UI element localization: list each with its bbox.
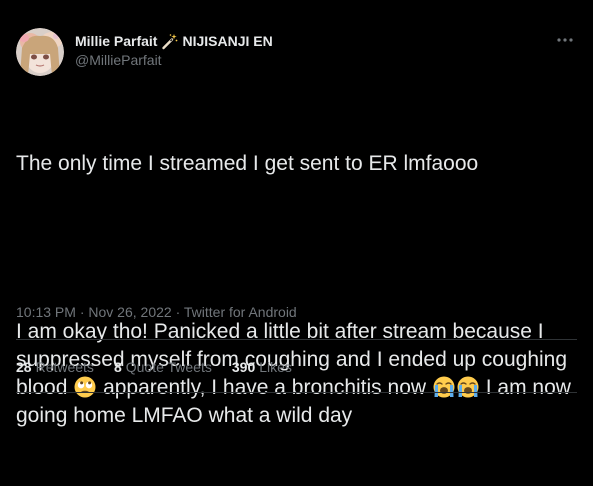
- more-dots-icon: [557, 38, 573, 42]
- loudly-crying-face-emoji: [433, 376, 455, 398]
- tweet-time[interactable]: 10:13 PM: [16, 304, 76, 320]
- tweet-line-1: The only time I streamed I get sent to E…: [16, 152, 479, 175]
- face-with-rolling-eyes-emoji: [74, 376, 96, 398]
- tweet-meta: 10:13 PM · Nov 26, 2022 · Twitter for An…: [16, 304, 297, 320]
- tweet-text-part-2: apparently, I have a bronchitis now: [97, 376, 427, 399]
- meta-separator: ·: [171, 304, 184, 320]
- quote-tweets-label: Quote Tweets: [125, 359, 212, 375]
- divider: [16, 392, 577, 393]
- author-names: Millie Parfait NIJISANJI EN @MillieParfa…: [75, 31, 273, 68]
- divider: [16, 339, 577, 340]
- likes-stat[interactable]: 390 Likes: [232, 359, 292, 375]
- tweet-text: The only time I streamed I get sent to E…: [16, 94, 576, 486]
- loudly-crying-face-emoji: [457, 376, 479, 398]
- display-name-suffix[interactable]: NIJISANJI EN: [182, 33, 272, 49]
- tweet-date[interactable]: Nov 26, 2022: [88, 304, 171, 320]
- tweet-header: Millie Parfait NIJISANJI EN @MillieParfa…: [16, 28, 577, 76]
- retweets-stat[interactable]: 28 Retweets: [16, 359, 94, 375]
- tweet-source[interactable]: Twitter for Android: [184, 304, 297, 320]
- retweets-count: 28: [16, 359, 32, 375]
- tweet-stats: 28 Retweets 8 Quote Tweets 390 Likes: [16, 359, 292, 375]
- display-name[interactable]: Millie Parfait: [75, 33, 157, 49]
- user-handle[interactable]: @MillieParfait: [75, 52, 273, 68]
- avatar-image: [16, 28, 64, 76]
- display-name-row: Millie Parfait NIJISANJI EN: [75, 31, 273, 51]
- retweets-label: Retweets: [35, 359, 94, 375]
- magic-wand-icon: [161, 33, 178, 50]
- meta-separator: ·: [75, 304, 89, 320]
- avatar[interactable]: [16, 28, 64, 76]
- quote-tweets-count: 8: [113, 359, 122, 375]
- likes-label: Likes: [259, 359, 292, 375]
- likes-count: 390: [231, 359, 256, 375]
- quote-tweets-stat[interactable]: 8 Quote Tweets: [114, 359, 212, 375]
- tweet-container: Millie Parfait NIJISANJI EN @MillieParfa…: [0, 0, 593, 427]
- more-options-button[interactable]: [553, 30, 577, 50]
